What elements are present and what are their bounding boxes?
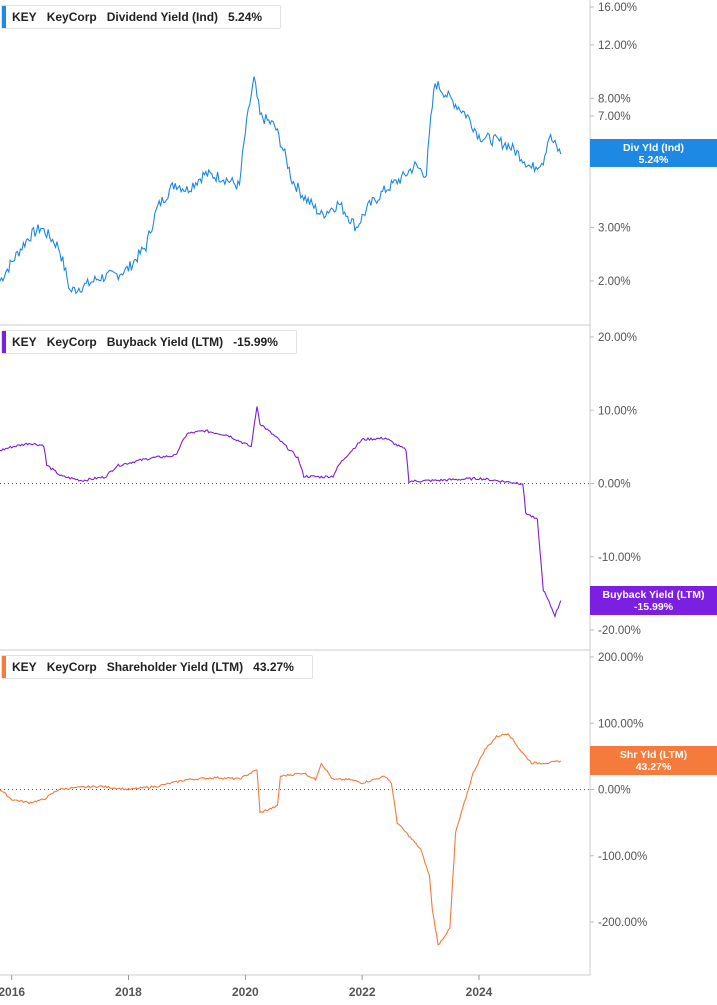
legend-company: KeyCorp [46, 335, 97, 349]
legend-metric: Shareholder Yield (LTM) [106, 660, 244, 674]
legend-metric: Dividend Yield (Ind) [106, 10, 219, 24]
x-tick-label: 2016 [0, 985, 25, 999]
y-tick-label: 8.00% [598, 93, 631, 105]
y-tick-label: -200.00% [598, 917, 647, 929]
y-tick-label: -10.00% [598, 552, 641, 564]
legend-ticker: KEY [12, 660, 37, 674]
y-tick-label: 7.00% [598, 111, 631, 123]
y-tick-label: 2.00% [598, 276, 631, 288]
y-tick-label: 12.00% [598, 40, 637, 52]
tag-label: Shr Yld (LTM) [619, 749, 688, 761]
y-tick-label: 16.00% [598, 2, 637, 14]
tag-label: Buyback Yield (LTM) [602, 589, 705, 601]
legend-color-swatch [2, 331, 6, 353]
y-tick-label: 0.00% [598, 479, 631, 491]
legend-color-swatch [2, 656, 6, 678]
series-line-1 [0, 406, 562, 619]
legend-dividend-yield[interactable]: KEY KeyCorp Dividend Yield (Ind) 5.24% [1, 5, 282, 29]
legend-company: KeyCorp [46, 10, 97, 24]
legend-current-value: 43.27% [253, 660, 294, 674]
x-tick-label: 2024 [466, 985, 493, 999]
current-value-tag-dividend: Div Yld (Ind) 5.24% [590, 139, 717, 167]
current-value-tag-shareholder: Shr Yld (LTM) 43.27% [590, 746, 717, 775]
series-line-2 [0, 733, 562, 946]
y-tick-label: 3.00% [598, 223, 631, 235]
x-tick-label: 2022 [349, 985, 376, 999]
legend-company: KeyCorp [46, 660, 97, 674]
legend-shareholder-yield[interactable]: KEY KeyCorp Shareholder Yield (LTM) 43.2… [1, 655, 313, 679]
legend-ticker: KEY [12, 10, 37, 24]
y-tick-label: -20.00% [598, 625, 641, 637]
legend-current-value: 5.24% [228, 10, 263, 24]
y-tick-label: 100.00% [598, 718, 643, 730]
legend-ticker: KEY [12, 335, 37, 349]
y-tick-label: -100.00% [598, 851, 647, 863]
x-tick-label: 2020 [232, 985, 259, 999]
y-tick-label: 20.00% [598, 332, 637, 344]
tag-value: 5.24% [638, 154, 669, 166]
y-tick-label: 200.00% [598, 652, 643, 664]
chart-page: 16.00%12.00%8.00%7.00%5.00%3.00%2.00%20.… [0, 0, 717, 1005]
current-value-tag-buyback: Buyback Yield (LTM) -15.99% [590, 586, 717, 615]
legend-current-value: -15.99% [233, 335, 278, 349]
y-tick-label: 0.00% [598, 785, 631, 797]
legend-metric: Buyback Yield (LTM) [106, 335, 224, 349]
y-tick-label: 10.00% [598, 405, 637, 417]
legend-color-swatch [2, 6, 6, 28]
legend-buyback-yield[interactable]: KEY KeyCorp Buyback Yield (LTM) -15.99% [1, 330, 297, 354]
tag-value: -15.99% [633, 601, 674, 613]
tag-value: 43.27% [635, 761, 672, 773]
tag-label: Div Yld (Ind) [622, 142, 685, 154]
x-tick-label: 2018 [115, 985, 142, 999]
series-line-0 [0, 76, 562, 295]
